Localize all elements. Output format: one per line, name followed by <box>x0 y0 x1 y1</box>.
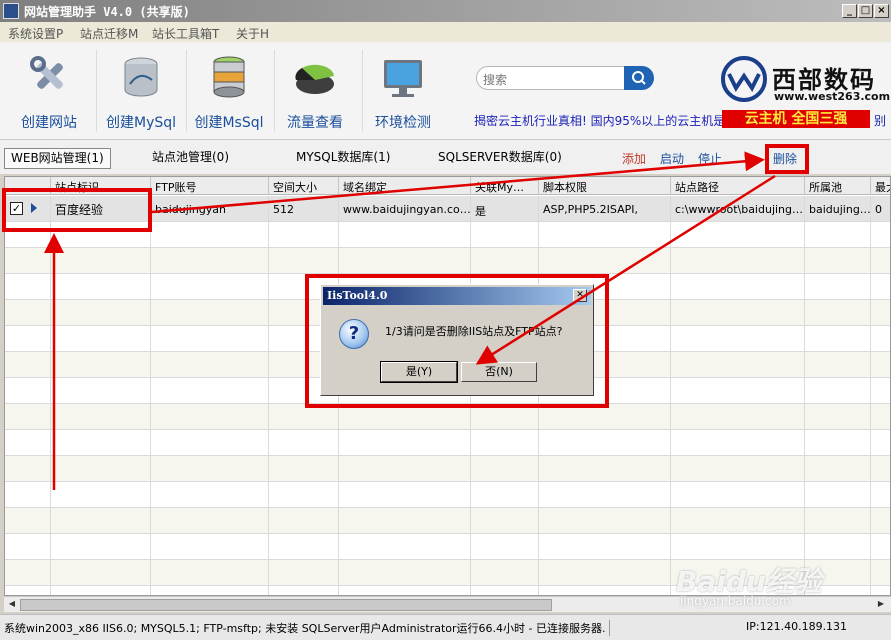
annotation-arrows <box>44 151 776 490</box>
baidu-watermark-url: jingyan.baidu.com <box>680 594 791 608</box>
arrow-to-no-button <box>475 174 776 365</box>
arrow-to-delete <box>151 151 765 214</box>
